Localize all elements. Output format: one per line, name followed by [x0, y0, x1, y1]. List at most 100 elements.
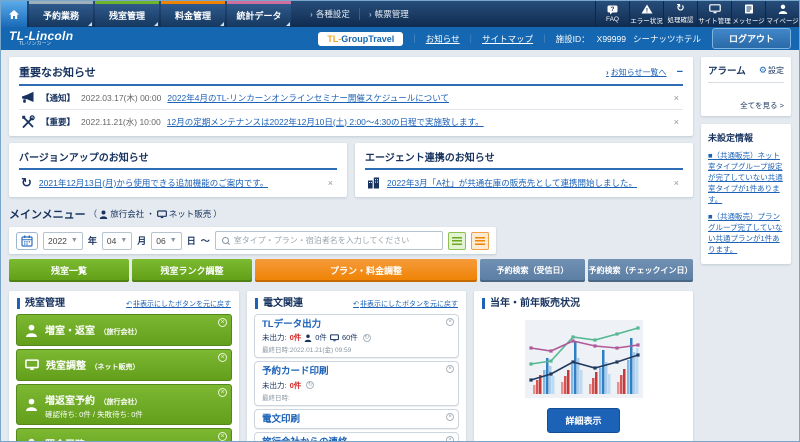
notice-row: ↻ 2021年12月13日(月)から使用できる追加機能のご案内です。 ×	[19, 170, 337, 191]
mypage-button[interactable]: マイページ	[765, 1, 799, 27]
sales-status-header: 当年・前年販売状況	[474, 291, 693, 314]
count-value: 60件	[341, 333, 358, 343]
breadcrumb-settings[interactable]: › 各種設定	[301, 8, 359, 20]
pending-counts: 確認待ち: 0件 / 失敗待ち: 0件	[45, 410, 143, 419]
tl-data-output-card[interactable]: TLデータ出力 未出力: 0件 0件 60件 ↻ 最終日時:2022.01.21…	[254, 314, 459, 359]
reservation-search-checkin-button[interactable]: 予約検索（チェックイン日）	[588, 259, 693, 282]
notice-list-link[interactable]: › お知らせ一覧へ	[606, 67, 667, 78]
panel-title: 重要なお知らせ	[19, 67, 96, 79]
net-sales-label: ネット販売	[168, 209, 212, 219]
add-return-room-reservation-button[interactable]: 増返室予約 （旅行会社） 確認待ち: 0件 / 失敗待ち: 0件 ×	[16, 384, 232, 426]
unset-info-panel: 未設定情報 ■（共通販売）ネット室タイプグループ設定が完了していない共通室タイプ…	[701, 124, 791, 264]
chevron-right-icon: ›	[606, 67, 609, 77]
count-value: 0件	[315, 333, 327, 343]
message-button[interactable]: メッセージ	[731, 1, 765, 27]
see-all-link[interactable]: 全てを見る >	[708, 97, 784, 111]
room-stock-adjust-button[interactable]: 残室調整 （ネット販売） ×	[16, 349, 232, 381]
sales-status-panel: 当年・前年販売状況 詳細表示	[474, 291, 693, 441]
room-management-buttons: 増室・返室 （旅行会社） × 残室調整 （ネット販売） × 増返室予約 （旅行会…	[9, 314, 239, 441]
unset-plan-group-link[interactable]: ■（共通販売）プラングループ完了していない共通プランが1件あります。	[708, 212, 784, 256]
breadcrumb-label: 帳票管理	[374, 9, 409, 19]
facility-name: シーナッツホテル	[632, 33, 701, 44]
notice-row: 2022年3月「A社」が共通在庫の販売先として連携開始しました。 ×	[365, 170, 683, 191]
month-select[interactable]: 04 ▼	[101, 231, 133, 250]
alarm-empty-area	[708, 83, 784, 97]
tab-rates[interactable]: 料金管理	[161, 1, 225, 27]
tab-statistics[interactable]: 統計データ	[227, 1, 291, 27]
breadcrumb-reports[interactable]: › 帳票管理	[360, 8, 418, 20]
plan-rate-adjust-button[interactable]: プラン・料金調整	[255, 259, 477, 282]
close-icon[interactable]: ×	[446, 365, 454, 374]
tab-room-stock[interactable]: 残室管理	[95, 1, 159, 27]
process-check-button[interactable]: ↻ 処理確認	[663, 1, 697, 27]
svg-text:!: !	[645, 7, 647, 13]
panel-title: バージョンアップのお知らせ	[19, 153, 149, 164]
notice-tag: 【重要】	[41, 116, 76, 127]
home-button[interactable]	[1, 1, 27, 27]
error-status-button[interactable]: ! エラー状況	[629, 1, 663, 27]
close-icon[interactable]: ×	[672, 117, 681, 127]
notice-link[interactable]: お知らせ	[426, 33, 460, 45]
gear-icon: ⚙	[758, 64, 767, 75]
close-icon[interactable]: ×	[326, 178, 335, 188]
detail-view-button[interactable]: 詳細表示	[547, 408, 620, 433]
version-up-panel: バージョンアップのお知らせ ↻ 2021年12月13日(月)から使用できる追加機…	[9, 143, 347, 197]
notice-link[interactable]: 2022年3月「A社」が共通在庫の販売先として連携開始しました。	[387, 177, 637, 189]
notice-date: 2022.11.21(水) 10:00	[81, 116, 161, 127]
tab-label: 統計データ	[236, 11, 282, 21]
reservation-search-received-button[interactable]: 予約検索（受信日）	[480, 259, 585, 282]
close-icon[interactable]: ×	[446, 412, 454, 421]
day-select[interactable]: 06 ▼	[151, 231, 182, 250]
calendar-view-toggle[interactable]	[470, 231, 489, 250]
close-icon[interactable]: ×	[446, 318, 454, 326]
group-travel-button[interactable]: TL-GroupTravel	[318, 31, 404, 46]
add-return-room-button[interactable]: 増室・返室 （旅行会社） ×	[16, 314, 232, 346]
last-datetime: 最終日時:2022.01.21(金) 09:59	[262, 347, 352, 355]
close-icon[interactable]: ×	[218, 353, 227, 362]
collapse-icon[interactable]: −	[677, 66, 683, 78]
restore-hidden-buttons-link[interactable]: ↶非表示にしたボタンを元に戻す	[353, 299, 458, 309]
notice-link[interactable]: 12月の定期メンテナンスは2022年12月10日(土) 2:00～4:30の日程…	[167, 116, 484, 128]
agency-contact-card[interactable]: 旅行会社からの連絡 未処理: 0件 ↻ ×	[254, 432, 459, 441]
reservation-card-print-card[interactable]: 予約カード印刷 未出力: 0件 ↻ 最終日時: ×	[254, 361, 459, 406]
app-window: 予約業務 残室管理 料金管理 統計データ › 各種設定 › 帳票管理 ? FAQ !…	[0, 0, 800, 442]
year-select[interactable]: 2022 ▼	[43, 231, 83, 250]
tab-reservation[interactable]: 予約業務	[29, 1, 93, 27]
document-icon	[744, 4, 753, 13]
card-title: 予約カード印刷	[262, 366, 329, 378]
button-label: 増室・返室	[45, 326, 95, 337]
close-icon[interactable]: ×	[446, 436, 454, 441]
refresh-icon[interactable]: ↻	[306, 381, 315, 390]
faq-button[interactable]: ? FAQ	[595, 1, 629, 27]
unset-room-type-link[interactable]: ■（共通販売）ネット室タイプグループ設定が完了していない共通室タイプが1件ありま…	[708, 151, 784, 205]
app-logo[interactable]: TL-Lincoln TL-リンカーン	[9, 30, 73, 47]
room-rank-adjust-button[interactable]: 残室ランク調整	[132, 259, 252, 282]
year-unit-label: 年	[87, 236, 97, 246]
main-menu-subtitle: （ 旅行会社 ・ ネット販売 ）	[89, 208, 222, 220]
count-value: 0件	[289, 333, 302, 343]
site-admin-button[interactable]: サイト管理	[697, 1, 731, 27]
list-view-toggle[interactable]	[447, 231, 466, 250]
close-icon[interactable]: ×	[218, 318, 227, 327]
restore-hidden-buttons-link[interactable]: ↶非表示にしたボタンを元に戻す	[126, 299, 231, 309]
chevron-right-icon: ›	[310, 9, 313, 19]
close-icon[interactable]: ×	[672, 178, 681, 188]
search-input[interactable]	[233, 236, 436, 245]
calendar-button[interactable]	[16, 231, 38, 250]
logout-button[interactable]: ログアウト	[711, 28, 791, 49]
close-icon[interactable]: ×	[218, 388, 227, 397]
travel-agency-label: 旅行会社	[110, 209, 145, 219]
room-stock-list-button[interactable]: 残室一覧	[9, 259, 129, 282]
close-icon[interactable]: ×	[218, 432, 227, 441]
sitemap-link[interactable]: サイトマップ	[482, 33, 533, 45]
alarm-settings-button[interactable]: ⚙ 設定	[759, 65, 784, 76]
tool-label: エラー状況	[630, 17, 663, 25]
notice-link[interactable]: 2021年12月13日(月)から使用できる追加機能のご案内です。	[39, 177, 268, 189]
notice-link[interactable]: 2022年4月のTL-リンカーンオンラインセミナー開催スケジュールについて	[167, 92, 449, 104]
close-icon[interactable]: ×	[672, 93, 681, 103]
tab-label: 料金管理	[174, 11, 211, 21]
telegram-print-card[interactable]: 電文印刷 ×	[254, 408, 459, 430]
refresh-icon[interactable]: ↻	[362, 333, 371, 342]
inquiry-work-button[interactable]: 照会業務 （旅行会社） ×	[16, 428, 232, 441]
card-title: 電文印刷	[262, 413, 301, 425]
